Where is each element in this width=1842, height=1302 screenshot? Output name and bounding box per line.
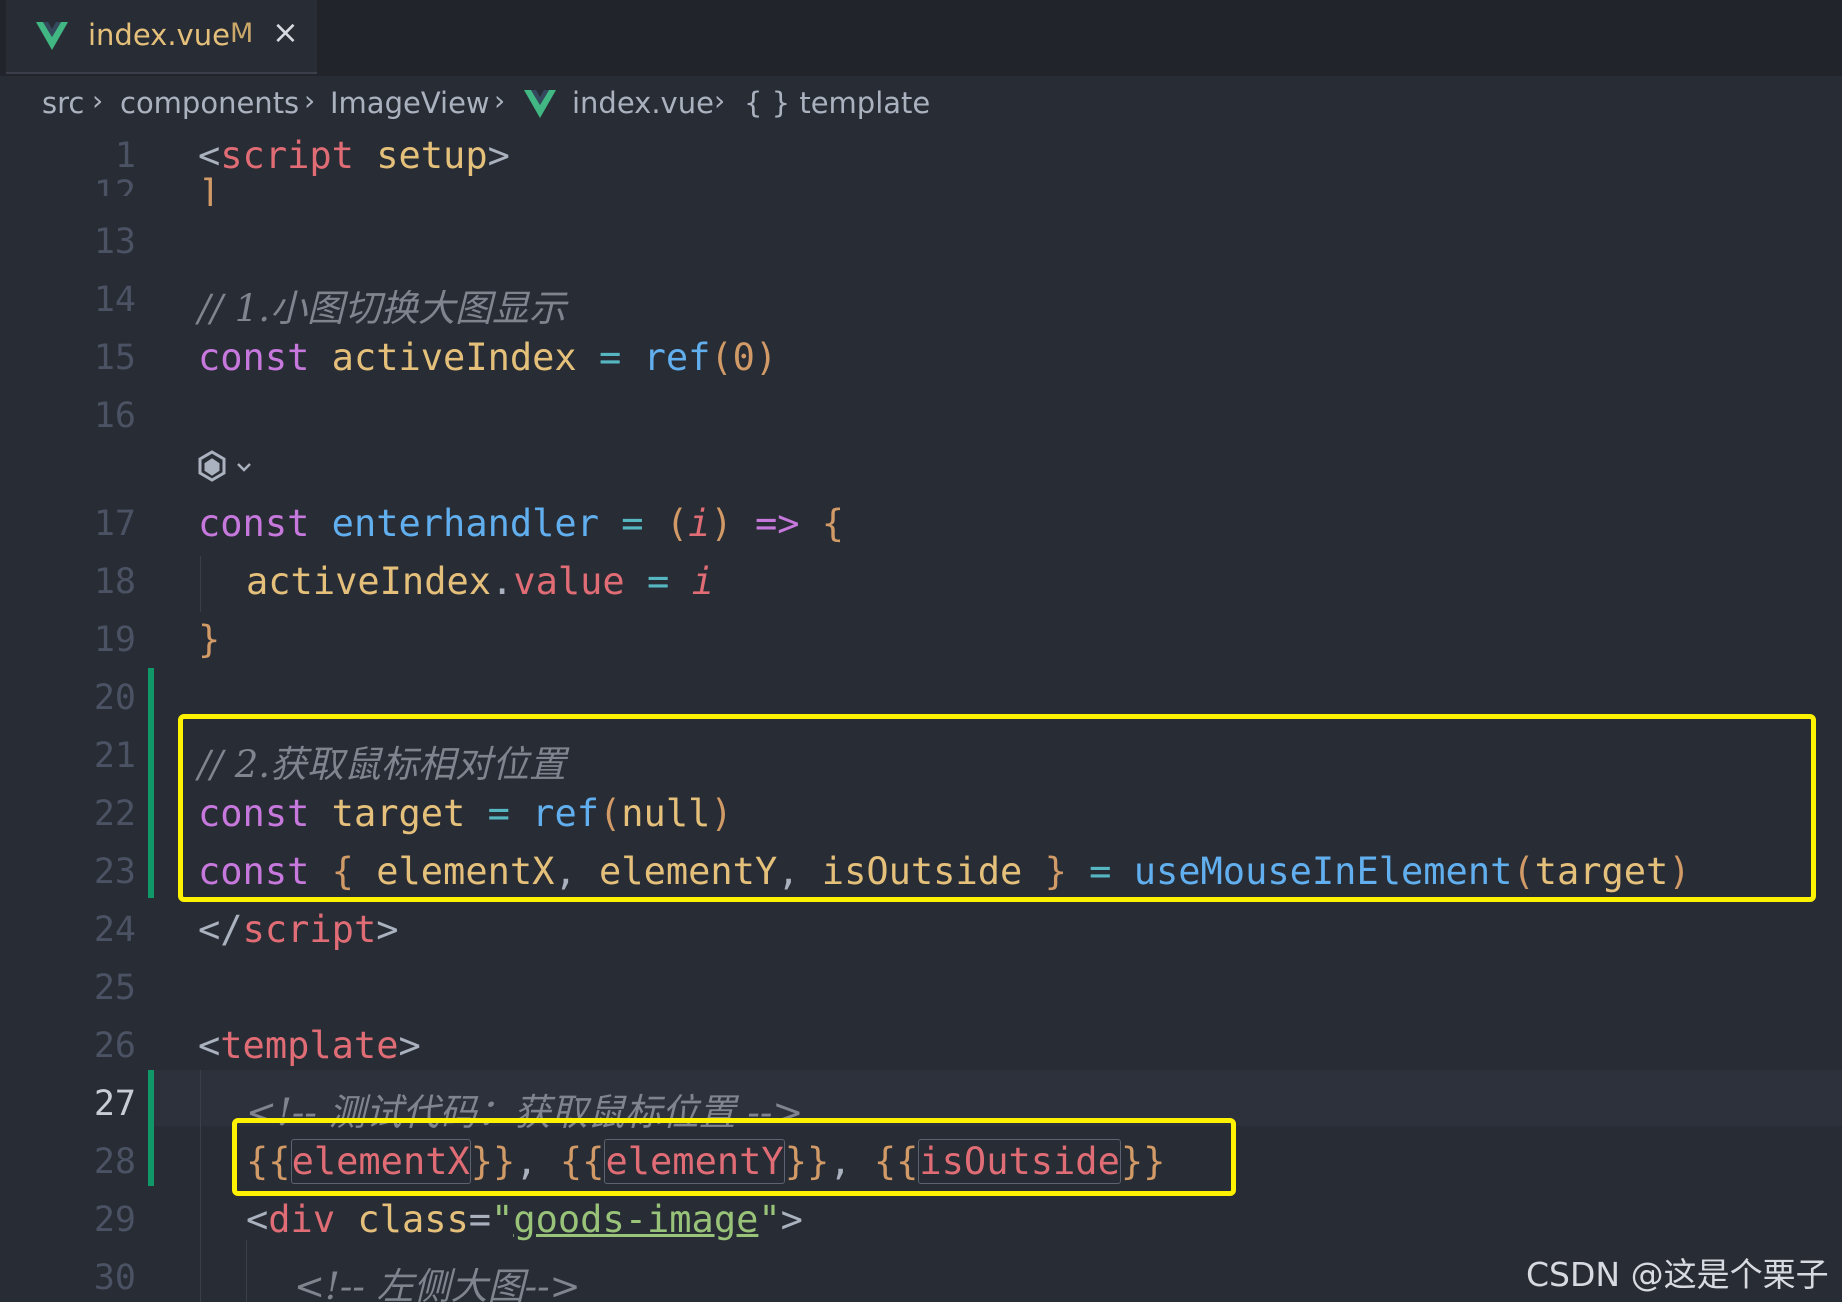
tab-filename: index.vue bbox=[88, 18, 230, 52]
git-modified-gutter bbox=[148, 1070, 154, 1186]
chevron-right-icon: › bbox=[92, 84, 104, 117]
token: const bbox=[198, 336, 310, 379]
code-line-14[interactable]: // 1.小图切换大图显示 bbox=[198, 278, 566, 332]
breadcrumb-item-src[interactable]: src bbox=[42, 86, 84, 120]
token: " bbox=[491, 1198, 514, 1241]
token: <!-- 左侧大图--> bbox=[294, 1265, 581, 1302]
token: = bbox=[647, 560, 670, 603]
token: = bbox=[621, 502, 644, 545]
editor-tab-index-vue[interactable]: index.vue M × bbox=[6, 0, 317, 74]
breadcrumb-item-components[interactable]: components bbox=[120, 86, 299, 120]
token: ref bbox=[643, 336, 711, 379]
code-line-30[interactable]: <!-- 左侧大图--> bbox=[294, 1256, 581, 1302]
tab-modified-badge: M bbox=[230, 18, 254, 49]
indent-guide bbox=[246, 1240, 247, 1302]
token: activeIndex bbox=[246, 560, 492, 603]
line-number: 19 bbox=[93, 620, 136, 660]
token: setup bbox=[376, 134, 488, 177]
chevron-right-icon: › bbox=[714, 84, 726, 117]
chevron-right-icon: › bbox=[494, 84, 506, 117]
line-number: 23 bbox=[93, 852, 136, 892]
token: < bbox=[246, 1198, 269, 1241]
token: " bbox=[758, 1198, 781, 1241]
line-number: 14 bbox=[93, 280, 136, 320]
line-number: 22 bbox=[93, 794, 136, 834]
editor-tab-bar: index.vue M × bbox=[0, 0, 1842, 76]
code-line-1[interactable]: <script setup> bbox=[198, 134, 510, 177]
breadcrumb-item-index-vue[interactable]: index.vue bbox=[572, 86, 714, 120]
token: . bbox=[491, 560, 514, 603]
token: ( bbox=[665, 502, 689, 545]
token: ) bbox=[754, 336, 778, 379]
token: < bbox=[198, 1024, 221, 1067]
code-line-29[interactable]: <div class="goods-image"> bbox=[246, 1198, 803, 1241]
git-modified-gutter bbox=[148, 668, 154, 898]
line-number: 30 bbox=[93, 1258, 136, 1298]
token: 0 bbox=[732, 336, 755, 379]
ai-assistant-icon[interactable] bbox=[196, 448, 260, 488]
line-number: 1 bbox=[114, 136, 136, 176]
token: </ bbox=[198, 908, 243, 951]
watermark: CSDN @这是个栗子 bbox=[1526, 1255, 1829, 1294]
indent-guide bbox=[200, 1070, 201, 1302]
token: class bbox=[357, 1198, 469, 1241]
vue-icon bbox=[524, 90, 556, 118]
token: goods-image bbox=[513, 1198, 759, 1241]
annotation-box-template bbox=[232, 1118, 1236, 1196]
code-line-18[interactable]: activeIndex.value = i bbox=[246, 560, 714, 603]
line-number: 21 bbox=[93, 736, 136, 776]
token: script bbox=[220, 134, 354, 177]
line-number: 28 bbox=[93, 1142, 136, 1182]
line-number: 12 bbox=[93, 174, 136, 196]
token: = bbox=[599, 336, 622, 379]
breadcrumb-item-imageview[interactable]: ImageView bbox=[330, 86, 490, 120]
line-number-active: 27 bbox=[93, 1084, 136, 1124]
annotation-box-script bbox=[178, 714, 1816, 902]
line-number: 29 bbox=[93, 1200, 136, 1240]
token: => bbox=[754, 502, 800, 545]
token: i bbox=[691, 560, 714, 603]
line-number: 18 bbox=[93, 562, 136, 602]
line-number: 20 bbox=[93, 678, 136, 718]
token: > bbox=[398, 1024, 421, 1067]
token: < bbox=[198, 134, 221, 177]
code-line-12[interactable]: ] bbox=[198, 172, 220, 206]
token: const bbox=[198, 502, 310, 545]
line-number: 26 bbox=[93, 1026, 136, 1066]
token: ) bbox=[710, 502, 733, 545]
line-number: 15 bbox=[93, 338, 136, 378]
indent-guide bbox=[200, 556, 201, 612]
token: } bbox=[198, 618, 221, 661]
code-line-24[interactable]: </script> bbox=[198, 908, 399, 951]
token: > bbox=[780, 1198, 803, 1241]
close-icon[interactable]: × bbox=[272, 14, 299, 50]
token: > bbox=[376, 908, 399, 951]
token: i bbox=[688, 502, 711, 545]
token: script bbox=[242, 908, 377, 951]
breadcrumb-item-template[interactable]: { } template bbox=[744, 86, 930, 120]
token: ] bbox=[198, 172, 221, 206]
token: enterhandler bbox=[331, 502, 599, 545]
token: // 1.小图切换大图显示 bbox=[198, 287, 566, 330]
breadcrumb: src › components › ImageView › index.vue… bbox=[0, 76, 1842, 134]
line-number: 16 bbox=[93, 396, 136, 436]
token: > bbox=[487, 134, 510, 177]
line-number: 24 bbox=[93, 910, 136, 950]
chevron-right-icon: › bbox=[304, 84, 316, 117]
code-line-15[interactable]: const activeIndex = ref(0) bbox=[198, 336, 777, 379]
token: = bbox=[468, 1198, 492, 1241]
code-line-26[interactable]: <template> bbox=[198, 1024, 421, 1067]
token: ( bbox=[710, 336, 733, 379]
vue-icon bbox=[36, 22, 68, 50]
token: div bbox=[268, 1198, 336, 1241]
line-number: 17 bbox=[93, 504, 136, 544]
code-line-17[interactable]: const enterhandler = (i) => { bbox=[198, 502, 844, 545]
line-number: 13 bbox=[93, 222, 136, 262]
token: value bbox=[513, 560, 625, 603]
code-line-19[interactable]: } bbox=[198, 618, 220, 661]
token: template bbox=[220, 1024, 399, 1067]
token: activeIndex bbox=[331, 336, 577, 379]
line-number: 25 bbox=[93, 968, 136, 1008]
token: { bbox=[821, 502, 845, 545]
